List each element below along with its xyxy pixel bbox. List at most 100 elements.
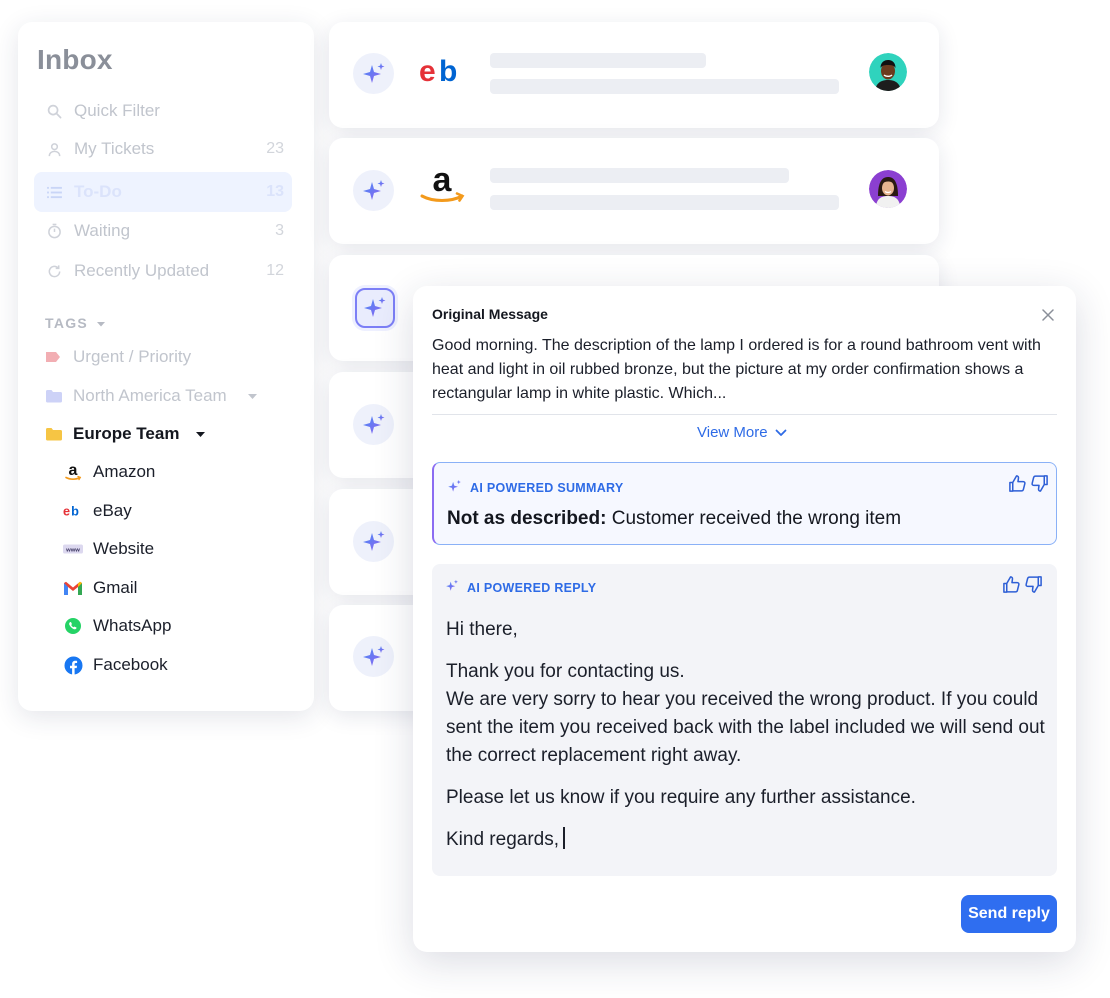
ebay-icon: eb (63, 501, 83, 521)
user-icon (46, 141, 62, 157)
refresh-icon (46, 263, 62, 279)
view-more-link[interactable]: View More (697, 424, 787, 441)
ai-sparkle-icon (353, 170, 394, 211)
channel-label: Facebook (93, 655, 168, 674)
whatsapp-icon (63, 616, 83, 636)
skeleton-line (490, 79, 839, 94)
channel-facebook[interactable]: Facebook (63, 652, 168, 678)
thumbs-down-icon[interactable] (1024, 575, 1043, 599)
reply-body: Thank you for contacting us. We are very… (446, 658, 1046, 770)
channel-gmail[interactable]: Gmail (63, 575, 137, 601)
nav-item-waiting[interactable]: Waiting 3 (34, 211, 292, 251)
tag-north-america-team[interactable]: North America Team (45, 383, 258, 409)
svg-text:e: e (63, 504, 70, 518)
ai-reply-box[interactable]: AI POWERED REPLY Hi there, Thank you for… (432, 564, 1057, 876)
reply-signoff-row: Kind regards, (446, 826, 1046, 854)
nav-item-count: 3 (275, 222, 284, 239)
ai-reply-label-text: AI POWERED REPLY (467, 580, 597, 595)
channel-label: eBay (93, 501, 132, 520)
summary-detail: Customer received the wrong item (611, 508, 902, 529)
ticket-card[interactable]: a (329, 138, 939, 244)
skeleton-line (490, 195, 839, 210)
caret-down-icon[interactable] (195, 425, 206, 443)
ai-sparkle-icon (447, 479, 462, 497)
ai-summary-label: AI POWERED SUMMARY (447, 479, 624, 497)
amazon-icon: a (63, 462, 83, 482)
svg-text:www: www (65, 547, 80, 553)
nav-item-count: 12 (266, 262, 284, 279)
tag-urgent-priority[interactable]: Urgent / Priority (45, 344, 191, 370)
svg-text:a: a (69, 462, 78, 479)
tag-label: Urgent / Priority (73, 347, 192, 366)
reply-line: We are very sorry to hear you received t… (446, 689, 1045, 766)
channel-whatsapp[interactable]: WhatsApp (63, 613, 171, 639)
facebook-icon (63, 655, 83, 675)
ai-sparkle-icon (353, 53, 394, 94)
nav-item-quick-filter[interactable]: Quick Filter (34, 91, 292, 131)
ai-sparkle-icon (353, 521, 394, 562)
tag-europe-team[interactable]: Europe Team (45, 421, 206, 447)
nav-item-to-do[interactable]: To-Do 13 (34, 172, 292, 212)
reply-signoff: Kind regards, (446, 829, 560, 850)
channel-website[interactable]: www Website (63, 536, 154, 562)
ai-sparkle-icon (355, 288, 395, 328)
channel-amazon[interactable]: a Amazon (63, 459, 155, 485)
message-detail-panel: Original Message Good morning. The descr… (413, 286, 1076, 952)
list-icon (46, 184, 62, 200)
svg-text:e: e (419, 56, 435, 88)
reply-line: Thank you for contacting us. (446, 661, 685, 682)
folder-icon (45, 426, 63, 442)
avatar (869, 170, 907, 208)
svg-text:b: b (71, 504, 79, 518)
amazon-logo: a (417, 165, 467, 206)
reply-line: Please let us know if you require any fu… (446, 787, 916, 808)
tag-label: Europe Team (73, 424, 180, 443)
svg-text:a: a (433, 165, 453, 199)
send-reply-button[interactable]: Send reply (961, 895, 1057, 933)
feedback-buttons (1002, 575, 1043, 599)
feedback-buttons (1008, 474, 1049, 498)
thumbs-up-icon[interactable] (1002, 575, 1021, 599)
sidebar: Inbox Quick Filter My Tickets 23 To-Do 1… (18, 22, 314, 711)
gmail-icon (63, 578, 83, 598)
caret-down-icon[interactable] (247, 387, 258, 405)
sidebar-title: Inbox (37, 44, 113, 75)
nav-item-label: My Tickets (74, 139, 155, 158)
tags-header-label: TAGS (45, 315, 89, 331)
nav-item-label: Waiting (74, 221, 131, 240)
panel-title: Original Message (432, 306, 548, 322)
nav-item-my-tickets[interactable]: My Tickets 23 (34, 129, 292, 169)
search-icon (46, 103, 62, 119)
thumbs-down-icon[interactable] (1030, 474, 1049, 498)
reply-greeting: Hi there, (446, 619, 518, 640)
channel-ebay[interactable]: eb eBay (63, 498, 132, 524)
close-icon[interactable] (1039, 306, 1057, 324)
ai-summary-label-text: AI POWERED SUMMARY (470, 481, 624, 495)
www-icon: www (63, 539, 83, 559)
nav-item-count: 13 (266, 183, 284, 200)
channel-label: Amazon (93, 462, 156, 481)
folder-icon (45, 388, 63, 404)
skeleton-line (490, 53, 706, 68)
ai-reply-text[interactable]: Hi there, Thank you for contacting us. W… (446, 616, 1046, 868)
caret-down-icon (96, 315, 106, 331)
nav-item-label: Recently Updated (74, 261, 210, 280)
chevron-down-icon (775, 424, 787, 441)
ticket-card[interactable]: eb (329, 22, 939, 128)
original-message-text: Good morning. The description of the lam… (432, 337, 1041, 402)
channel-label: Gmail (93, 578, 138, 597)
ai-sparkle-icon (445, 579, 459, 596)
ai-summary-box: AI POWERED SUMMARY Not as described: Cus… (432, 462, 1057, 545)
ai-summary-text: Not as described: Customer received the … (447, 508, 901, 530)
tag-label: North America Team (73, 386, 227, 405)
summary-category: Not as described: (447, 508, 607, 529)
tags-header[interactable]: TAGS (45, 315, 106, 331)
divider (432, 414, 1057, 415)
ebay-logo: eb (417, 52, 467, 92)
nav-item-recently-updated[interactable]: Recently Updated 12 (34, 251, 292, 291)
avatar (869, 53, 907, 91)
thumbs-up-icon[interactable] (1008, 474, 1027, 498)
channel-label: WhatsApp (93, 616, 172, 635)
ai-sparkle-icon (353, 636, 394, 677)
stopwatch-icon (46, 223, 62, 239)
